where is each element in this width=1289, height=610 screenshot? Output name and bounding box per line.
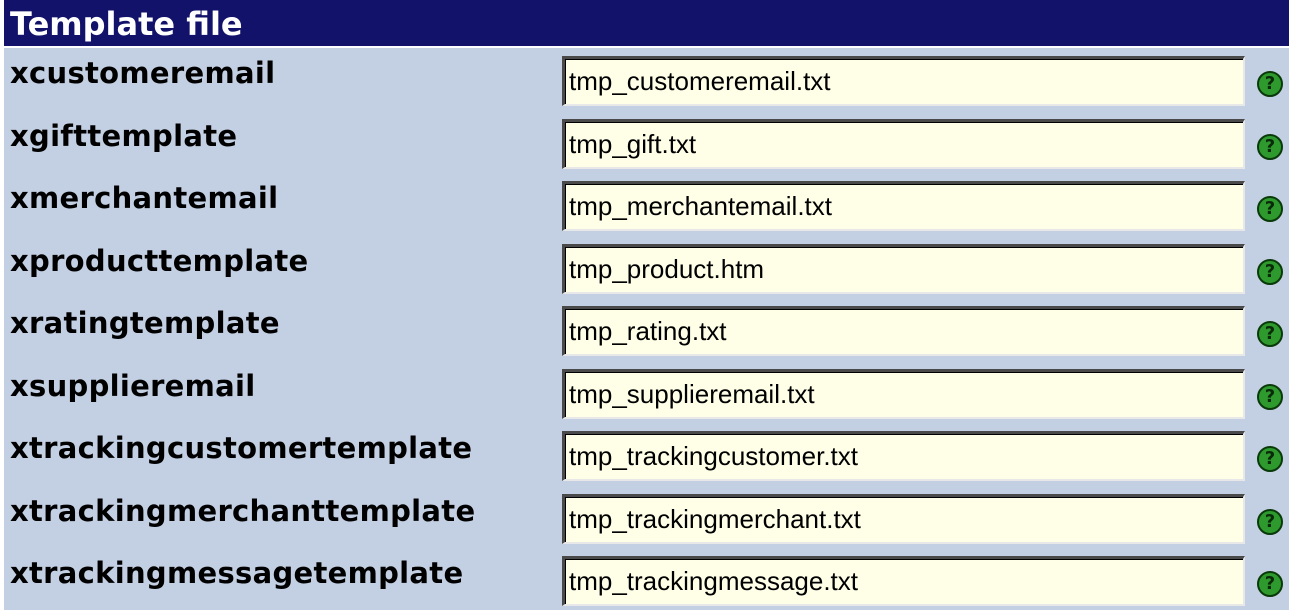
setting-row: xtrackingmerchanttemplate ? — [4, 488, 1289, 551]
setting-row: xcustomeremail ? — [4, 50, 1289, 113]
help-icon[interactable]: ? — [1257, 196, 1283, 222]
setting-value-input[interactable] — [562, 493, 1245, 544]
help-icon[interactable]: ? — [1257, 446, 1283, 472]
setting-value-input[interactable] — [562, 118, 1245, 169]
setting-row: xtrackingmessagetemplate ? — [4, 550, 1289, 610]
setting-value-input[interactable] — [562, 306, 1245, 356]
setting-label: xtrackingcustomertemplate — [10, 431, 473, 465]
setting-label: xcustomeremail — [10, 56, 276, 90]
setting-label: xmerchantemail — [10, 181, 279, 215]
setting-row: xsupplieremail ? — [4, 363, 1289, 426]
setting-label: xtrackingmerchanttemplate — [10, 493, 476, 528]
help-icon[interactable]: ? — [1257, 508, 1283, 535]
help-icon[interactable]: ? — [1257, 383, 1283, 410]
setting-value-input[interactable] — [562, 56, 1245, 106]
setting-row: xgifttemplate ? — [4, 113, 1289, 176]
help-icon[interactable]: ? — [1257, 571, 1283, 597]
setting-value-input[interactable] — [562, 368, 1245, 419]
section-header: Template file — [4, 0, 1289, 48]
help-icon[interactable]: ? — [1257, 321, 1283, 347]
help-icon[interactable]: ? — [1257, 71, 1283, 97]
setting-label: xsupplieremail — [10, 368, 256, 403]
setting-value-input[interactable] — [562, 431, 1245, 481]
setting-row: xmerchantemail ? — [4, 175, 1289, 238]
setting-label: xratingtemplate — [10, 306, 280, 340]
setting-row: xratingtemplate ? — [4, 300, 1289, 363]
setting-value-input[interactable] — [562, 556, 1245, 606]
setting-row: xproducttemplate ? — [4, 238, 1289, 301]
help-icon[interactable]: ? — [1257, 258, 1283, 285]
settings-rows: xcustomeremail ? xgifttemplate ? xmercha… — [4, 50, 1289, 610]
setting-value-input[interactable] — [562, 181, 1245, 231]
setting-label: xtrackingmessagetemplate — [10, 556, 464, 590]
template-file-panel: Template file xcustomeremail ? xgifttemp… — [0, 0, 1289, 610]
setting-label: xgifttemplate — [10, 118, 238, 153]
setting-row: xtrackingcustomertemplate ? — [4, 425, 1289, 488]
setting-label: xproducttemplate — [10, 243, 309, 278]
help-icon[interactable]: ? — [1257, 133, 1283, 160]
setting-value-input[interactable] — [562, 243, 1245, 294]
